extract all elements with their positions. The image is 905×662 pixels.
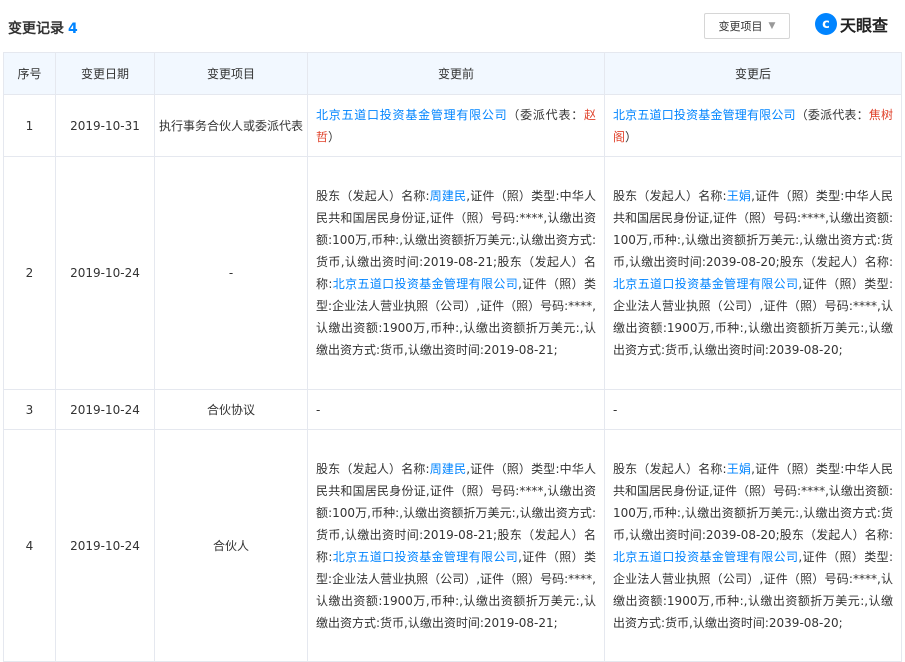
record-count: 4 <box>68 21 78 37</box>
company-link[interactable]: 北京五道口投资基金管理有限公司 <box>613 550 798 564</box>
text-segment: （委派代表： <box>507 107 584 122</box>
text-segment: （委派代表： <box>795 107 869 122</box>
shareholder-link[interactable]: 周建民 <box>430 462 467 476</box>
row-item: 执行事务合伙人或委派代表 <box>154 94 308 157</box>
tianyancha-logo-icon: c <box>815 13 837 35</box>
section-title-text: 变更记录 <box>8 21 64 37</box>
text-segment: 股东（发起人）名称: <box>613 461 727 476</box>
row-after: - <box>604 389 902 430</box>
row-no: 1 <box>3 94 56 157</box>
column-header-item: 变更项目 <box>154 52 308 95</box>
text-segment: ,证件（照）类型:中华人民共和国居民身份证,证件（照）号码:****,认缴出资额… <box>316 189 596 291</box>
row-no: 2 <box>3 156 56 390</box>
change-records-table: 序号 变更日期 变更项目 变更前 变更后 1 2019-10-31 执行事务合伙… <box>3 52 902 662</box>
row-item: - <box>154 156 308 390</box>
table-header-row: 序号 变更日期 变更项目 变更前 变更后 <box>3 52 902 95</box>
shareholder-link[interactable]: 王娟 <box>727 189 752 203</box>
text-segment: ,证件（照）类型:中华人民共和国居民身份证,证件（照）号码:****,认缴出资额… <box>316 461 596 564</box>
text-segment: 股东（发起人）名称: <box>613 189 727 203</box>
column-header-date: 变更日期 <box>55 52 155 95</box>
row-date: 2019-10-24 <box>55 156 155 390</box>
company-link[interactable]: 北京五道口投资基金管理有限公司 <box>613 277 798 291</box>
column-header-no: 序号 <box>3 52 56 95</box>
filter-label: 变更项目 <box>718 20 763 33</box>
text-segment: 股东（发起人）名称: <box>316 189 430 203</box>
shareholder-link[interactable]: 王娟 <box>727 462 752 476</box>
change-item-filter-dropdown[interactable]: 变更项目 ▼ <box>704 13 790 39</box>
row-date: 2019-10-24 <box>55 429 155 662</box>
row-no: 4 <box>3 429 56 662</box>
text-segment: ） <box>625 129 638 144</box>
tianyancha-logo: c 天眼查 <box>815 12 888 36</box>
row-before: 股东（发起人）名称:周建民,证件（照）类型:中华人民共和国居民身份证,证件（照）… <box>307 429 605 662</box>
row-after: 股东（发起人）名称:王娟,证件（照）类型:中华人民共和国居民身份证,证件（照）号… <box>604 156 902 390</box>
company-link[interactable]: 北京五道口投资基金管理有限公司 <box>332 277 518 291</box>
row-item: 合伙人 <box>154 429 308 662</box>
table-row: 1 2019-10-31 执行事务合伙人或委派代表 北京五道口投资基金管理有限公… <box>3 94 902 157</box>
table-row: 4 2019-10-24 合伙人 股东（发起人）名称:周建民,证件（照）类型:中… <box>3 429 902 662</box>
section-title: 变更记录 4 <box>8 18 78 38</box>
company-link[interactable]: 北京五道口投资基金管理有限公司 <box>316 108 507 122</box>
company-link[interactable]: 北京五道口投资基金管理有限公司 <box>332 550 518 564</box>
column-header-before: 变更前 <box>307 52 605 95</box>
table-row: 2 2019-10-24 - 股东（发起人）名称:周建民,证件（照）类型:中华人… <box>3 156 902 390</box>
row-date: 2019-10-31 <box>55 94 155 157</box>
caret-down-icon: ▼ <box>768 21 776 31</box>
logo-text: 天眼查 <box>840 16 889 35</box>
row-after: 股东（发起人）名称:王娟,证件（照）类型:中华人民共和国居民身份证,证件（照）号… <box>604 429 902 662</box>
section-header: 变更记录 4 变更项目 ▼ c 天眼查 <box>0 0 905 52</box>
table-row: 3 2019-10-24 合伙协议 - - <box>3 389 902 430</box>
row-item: 合伙协议 <box>154 389 308 430</box>
company-link[interactable]: 北京五道口投资基金管理有限公司 <box>613 108 796 122</box>
row-no: 3 <box>3 389 56 430</box>
column-header-after: 变更后 <box>604 52 902 95</box>
text-segment: ） <box>328 129 341 144</box>
row-before: - <box>307 389 605 430</box>
row-after: 北京五道口投资基金管理有限公司（委派代表：焦树阁） <box>604 94 902 157</box>
text-segment: 股东（发起人）名称: <box>316 461 430 476</box>
row-date: 2019-10-24 <box>55 389 155 430</box>
shareholder-link[interactable]: 周建民 <box>430 189 467 203</box>
row-before: 北京五道口投资基金管理有限公司（委派代表：赵哲） <box>307 94 605 157</box>
row-before: 股东（发起人）名称:周建民,证件（照）类型:中华人民共和国居民身份证,证件（照）… <box>307 156 605 390</box>
